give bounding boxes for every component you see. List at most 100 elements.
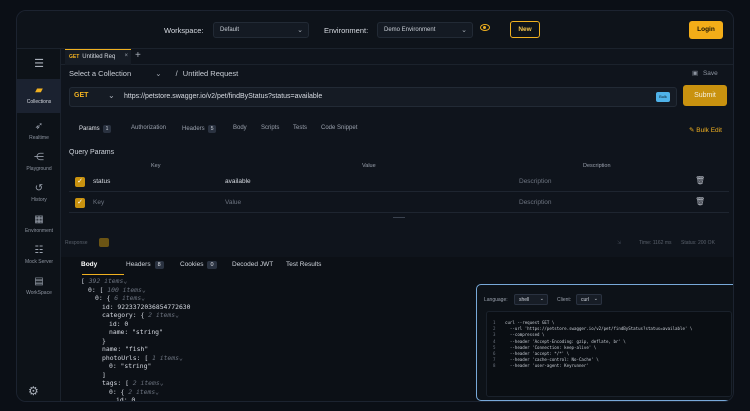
url-bar: GET ⌄ https://petstore.swagger.io/v2/pet… [69, 87, 677, 107]
param-key[interactable]: status [93, 178, 110, 185]
code-block[interactable]: 1 curl --request GET \ 2 --url 'https://pe… [486, 311, 732, 397]
json-text: 0: "string" [109, 362, 152, 370]
json-line[interactable]: ] [81, 371, 191, 380]
json-line[interactable]: category: { 2 items⌄ [81, 311, 191, 320]
close-icon[interactable]: × [124, 53, 128, 59]
json-line[interactable]: 0: { 6 items⌄ [81, 294, 191, 303]
new-button[interactable]: New [510, 21, 540, 38]
sidebar-item-playground[interactable]: ⋲ Playground [17, 152, 61, 172]
eye-icon[interactable] [480, 24, 490, 31]
client-select[interactable]: curl ⌄ [576, 294, 602, 305]
tab-label: Headers [126, 261, 151, 268]
sidebar-item-collections[interactable]: ▰ Collections [17, 79, 61, 113]
settings-gear-icon[interactable]: ⚙ [28, 384, 39, 398]
chevron-down-icon: ⌄ [297, 27, 303, 34]
json-line[interactable]: id: 0 [81, 320, 191, 329]
url-badge[interactable]: Bulk [656, 92, 670, 102]
column-header-description: Description [583, 163, 611, 169]
tab-label: Headers [182, 126, 205, 132]
chevron-down-icon: ⌄ [593, 296, 598, 302]
json-line[interactable]: [ 392 items⌄ [81, 277, 191, 286]
tab-response-decoded-jwt[interactable]: Decoded JWT [232, 261, 273, 268]
tab-authorization[interactable]: Authorization [131, 125, 166, 131]
param-description[interactable]: Description [519, 199, 552, 206]
tab-response-test-results[interactable]: Test Results [286, 261, 321, 268]
tab-response-headers[interactable]: Headers 8 [126, 261, 164, 269]
trash-icon[interactable]: 🗑 [695, 176, 705, 185]
json-text: id: 0 [116, 396, 136, 402]
json-line[interactable]: 0: [ 100 items⌄ [81, 286, 191, 295]
sidebar-item-workspace[interactable]: ▤ WorkSpace [17, 276, 61, 296]
json-item-count: 6 items⌄ [114, 294, 146, 302]
sidebar-item-environment[interactable]: ▦ Environment [17, 214, 61, 234]
json-line[interactable]: 0: { 2 items⌄ [81, 388, 191, 397]
param-value[interactable]: Value [225, 199, 241, 206]
bulk-edit-button[interactable]: ✎ Bulk Edit [689, 126, 722, 134]
json-line[interactable]: 0: "string" [81, 362, 191, 371]
json-line[interactable]: id: 0 [81, 396, 191, 402]
json-text: name: "string" [109, 328, 163, 336]
share-icon: ⋲ [34, 152, 44, 163]
code-snippet-panel: Language: shell ⌄ Client: curl ⌄ 1 curl --r… [476, 284, 733, 401]
json-line[interactable]: tags: [ 2 items⌄ [81, 379, 191, 388]
sidebar-item-realtime[interactable]: ➶ Realtime [17, 121, 61, 141]
app-window: Workspace: Default ⌄ Environment: Demo E… [16, 10, 734, 402]
pencil-icon: ✎ [689, 127, 695, 134]
tab-tests[interactable]: Tests [293, 125, 307, 131]
tab-headers[interactable]: Headers 5 [182, 125, 217, 133]
code-text: --header 'user-agent: Keyrunner' [505, 363, 589, 369]
collection-select[interactable]: Select a Collection [69, 69, 131, 78]
chevron-down-icon[interactable]: ⌄ [155, 69, 161, 78]
tab-code-snippet[interactable]: Code Snippet [321, 125, 357, 131]
bulk-edit-label: Bulk Edit [696, 127, 722, 134]
param-checkbox[interactable]: ✓ [75, 177, 85, 187]
history-icon: ↺ [34, 183, 44, 194]
environment-label: Environment: [324, 26, 369, 35]
method-select[interactable]: GET [74, 92, 88, 99]
json-line[interactable]: photoUrls: [ 1 items⌄ [81, 354, 191, 363]
chevron-down-icon: ⌄ [539, 296, 544, 302]
login-button[interactable]: Login [689, 21, 723, 39]
sidebar-item-history[interactable]: ↺ History [17, 183, 61, 203]
sidebar-item-label: Mock Server [24, 259, 54, 265]
param-description[interactable]: Description [519, 178, 552, 185]
save-button[interactable]: ▣ Save [692, 69, 718, 77]
add-tab-button[interactable]: + [135, 50, 141, 61]
tab-response-cookies[interactable]: Cookies 0 [180, 261, 217, 269]
tab-body[interactable]: Body [233, 125, 247, 131]
response-status: Status: 200 OK [681, 240, 715, 246]
json-line[interactable]: id: 9223372036854772630 [81, 303, 191, 312]
request-tab[interactable]: GET Untitled Req × [65, 49, 131, 65]
code-text: --header 'cache-control: No-Cache' \ [505, 357, 599, 363]
sidebar: ☰ ▰ Collections ➶ Realtime ⋲ Playground … [17, 49, 61, 401]
workspace-value: Default [220, 27, 240, 33]
url-input[interactable]: https://petstore.swagger.io/v2/pet/findB… [124, 93, 322, 100]
json-line[interactable]: name: "string" [81, 328, 191, 337]
response-time: Time: 1162 ms [639, 240, 672, 246]
param-checkbox[interactable]: ✓ [75, 198, 85, 208]
sidebar-item-mock-server[interactable]: ☷ Mock Server [17, 245, 61, 265]
tab-method: GET [69, 54, 80, 60]
environment-select[interactable]: Demo Environment ⌄ [377, 22, 473, 38]
workspace-select[interactable]: Default ⌄ [213, 22, 309, 38]
workspace-label: Workspace: [164, 26, 204, 35]
expand-icon[interactable]: ⇲ [617, 240, 621, 246]
json-line[interactable]: } [81, 337, 191, 346]
tab-params[interactable]: Params 1 [79, 125, 112, 133]
chevron-down-icon[interactable]: ⌄ [108, 91, 115, 100]
sidebar-toggle-icon[interactable]: ☰ [17, 57, 61, 70]
request-name[interactable]: Untitled Request [183, 69, 238, 78]
json-text: 0: { [95, 294, 115, 302]
submit-button[interactable]: Submit [683, 85, 727, 106]
param-key[interactable]: Key [93, 199, 104, 206]
language-select[interactable]: shell ⌄ [514, 294, 548, 305]
trash-icon[interactable]: 🗑 [695, 197, 705, 206]
json-line[interactable]: name: "fish" [81, 345, 191, 354]
top-bar: Workspace: Default ⌄ Environment: Demo E… [17, 11, 733, 49]
resize-handle[interactable] [393, 217, 405, 218]
tab-response-body[interactable]: Body [81, 261, 97, 268]
tab-scripts[interactable]: Scripts [261, 125, 279, 131]
param-value[interactable]: available [225, 178, 251, 185]
sidebar-item-label: Environment [24, 228, 54, 234]
json-text: id: 0 [109, 319, 129, 328]
